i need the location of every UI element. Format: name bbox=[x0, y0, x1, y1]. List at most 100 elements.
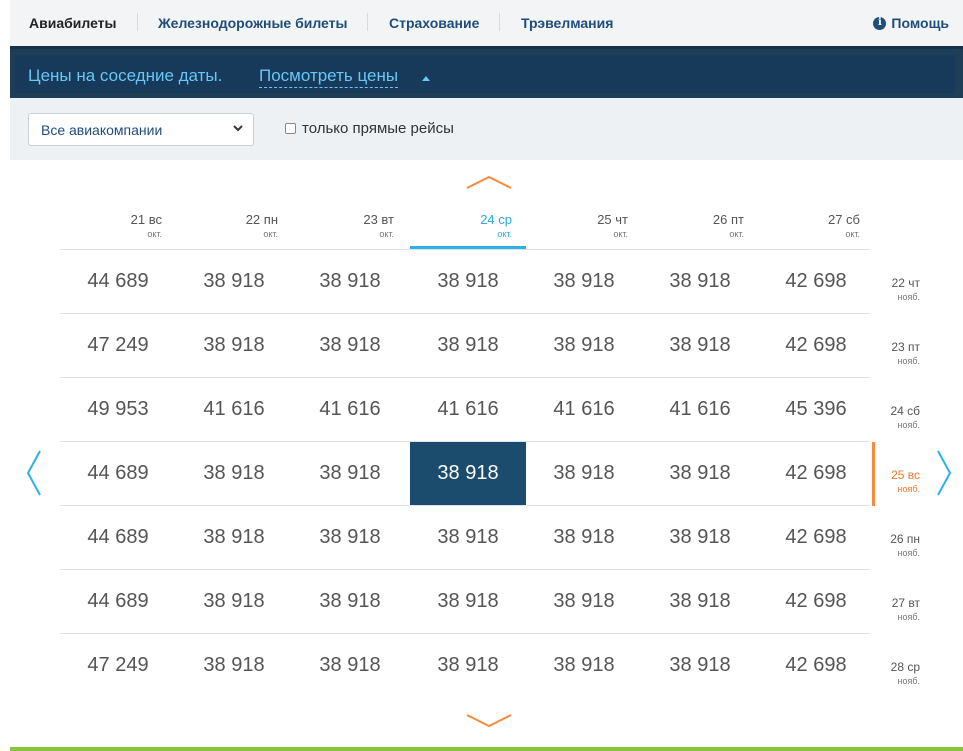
price-cell[interactable]: 38 918 bbox=[176, 506, 292, 569]
departure-date-header[interactable]: 25 чт окт. bbox=[526, 212, 642, 249]
price-cell[interactable]: 38 918 bbox=[410, 634, 526, 697]
airline-select[interactable]: Все авиакомпании bbox=[28, 113, 254, 146]
price-cell[interactable]: 42 698 bbox=[758, 506, 874, 569]
return-day: 23 пт bbox=[891, 340, 920, 354]
price-cell[interactable]: 47 249 bbox=[60, 314, 176, 377]
view-prices-link[interactable]: Посмотреть цены bbox=[259, 66, 399, 88]
price-cell[interactable]: 38 918 bbox=[642, 314, 758, 377]
price-cell[interactable]: 41 616 bbox=[410, 378, 526, 441]
price-cell[interactable]: 38 918 bbox=[176, 442, 292, 505]
return-month: нояб. bbox=[897, 292, 920, 302]
return-date-header[interactable]: 26 пн нояб. bbox=[872, 506, 926, 570]
price-cell[interactable]: 44 689 bbox=[60, 570, 176, 633]
price-cell[interactable]: 42 698 bbox=[758, 570, 874, 633]
departure-day: 21 вс bbox=[130, 212, 162, 227]
chevron-up-icon[interactable] bbox=[465, 175, 513, 194]
caret-up-icon[interactable] bbox=[422, 76, 430, 81]
price-cell[interactable]: 44 689 bbox=[60, 506, 176, 569]
chevron-left-icon[interactable] bbox=[26, 449, 42, 502]
price-cell[interactable]: 41 616 bbox=[292, 378, 408, 441]
price-cell[interactable]: 38 918 bbox=[292, 506, 408, 569]
price-cell[interactable]: 38 918 bbox=[642, 250, 758, 313]
return-day: 28 ср bbox=[890, 660, 920, 674]
price-cell[interactable]: 41 616 bbox=[642, 378, 758, 441]
return-month: нояб. bbox=[897, 548, 920, 558]
chevron-right-icon[interactable] bbox=[936, 449, 952, 502]
return-month: нояб. bbox=[897, 484, 920, 494]
price-cell[interactable]: 42 698 bbox=[758, 634, 874, 697]
price-cell[interactable]: 38 918 bbox=[526, 506, 642, 569]
departure-date-header[interactable]: 23 вт окт. bbox=[292, 212, 408, 249]
price-cell[interactable]: 38 918 bbox=[642, 570, 758, 633]
top-navigation: Авиабилеты Железнодорожные билеты Страхо… bbox=[10, 0, 963, 46]
departure-date-header-active[interactable]: 24 ср окт. bbox=[410, 212, 526, 249]
departure-day: 24 ср bbox=[480, 212, 512, 227]
info-icon: i bbox=[873, 16, 887, 30]
price-cell[interactable]: 38 918 bbox=[410, 314, 526, 377]
price-cell[interactable]: 42 698 bbox=[758, 250, 874, 313]
price-cell[interactable]: 38 918 bbox=[292, 442, 408, 505]
price-cell[interactable]: 41 616 bbox=[176, 378, 292, 441]
price-cell[interactable]: 38 918 bbox=[176, 250, 292, 313]
price-cell[interactable]: 38 918 bbox=[176, 570, 292, 633]
price-cell[interactable]: 45 396 bbox=[758, 378, 874, 441]
return-date-header[interactable]: 27 вт нояб. bbox=[872, 570, 926, 634]
price-cell[interactable]: 38 918 bbox=[642, 506, 758, 569]
price-cell[interactable]: 38 918 bbox=[176, 314, 292, 377]
price-cell[interactable]: 38 918 bbox=[526, 314, 642, 377]
return-month: нояб. bbox=[897, 420, 920, 430]
nav-item-rail[interactable]: Железнодорожные билеты bbox=[158, 15, 347, 31]
departure-date-header[interactable]: 27 сб окт. bbox=[758, 212, 874, 249]
departure-day: 27 сб bbox=[827, 212, 860, 227]
return-date-header-active[interactable]: 25 вс нояб. bbox=[872, 442, 926, 506]
price-cell[interactable]: 38 918 bbox=[642, 634, 758, 697]
departure-month: окт. bbox=[613, 229, 628, 239]
departure-month: окт. bbox=[497, 229, 512, 239]
departure-day: 25 чт bbox=[597, 212, 628, 227]
price-cell[interactable]: 44 689 bbox=[60, 250, 176, 313]
return-date-header[interactable]: 22 чт нояб. bbox=[872, 250, 926, 314]
nav-item-travelmania[interactable]: Трэвелмания bbox=[521, 15, 613, 31]
price-cell-selected[interactable]: 38 918 bbox=[410, 442, 526, 505]
return-date-header[interactable]: 28 ср нояб. bbox=[872, 634, 926, 698]
departure-month: окт. bbox=[729, 229, 744, 239]
help-link[interactable]: i Помощь bbox=[873, 15, 949, 31]
departure-month: окт. bbox=[845, 229, 860, 239]
price-cell[interactable]: 38 918 bbox=[526, 570, 642, 633]
return-date-header[interactable]: 23 пт нояб. bbox=[872, 314, 926, 378]
price-cell[interactable]: 38 918 bbox=[642, 442, 758, 505]
price-cell[interactable]: 38 918 bbox=[292, 250, 408, 313]
price-cell[interactable]: 38 918 bbox=[526, 250, 642, 313]
price-cell[interactable]: 38 918 bbox=[292, 314, 408, 377]
price-cell[interactable]: 47 249 bbox=[60, 634, 176, 697]
price-cell[interactable]: 38 918 bbox=[526, 442, 642, 505]
nearby-dates-banner: Цены на соседние даты. Посмотреть цены bbox=[10, 46, 963, 98]
price-cell[interactable]: 41 616 bbox=[526, 378, 642, 441]
nav-divider bbox=[137, 13, 138, 31]
price-cell[interactable]: 38 918 bbox=[526, 634, 642, 697]
direct-flights-label[interactable]: только прямые рейсы bbox=[302, 120, 454, 137]
chevron-down-icon[interactable] bbox=[465, 714, 513, 733]
price-cell[interactable]: 42 698 bbox=[758, 442, 874, 505]
direct-flights-checkbox[interactable] bbox=[285, 123, 296, 134]
price-cell[interactable]: 38 918 bbox=[410, 506, 526, 569]
return-day: 22 чт bbox=[891, 276, 920, 290]
nav-item-insurance[interactable]: Страхование bbox=[389, 15, 479, 31]
departure-date-header[interactable]: 26 пт окт. bbox=[642, 212, 758, 249]
banner-panel: Цены на соседние даты. Посмотреть цены bbox=[15, 55, 955, 93]
price-cell[interactable]: 38 918 bbox=[176, 634, 292, 697]
price-cell[interactable]: 38 918 bbox=[292, 634, 408, 697]
nav-item-avia[interactable]: Авиабилеты bbox=[29, 15, 117, 31]
price-cell[interactable]: 49 953 bbox=[60, 378, 176, 441]
price-cell[interactable]: 38 918 bbox=[410, 250, 526, 313]
price-cell[interactable]: 42 698 bbox=[758, 314, 874, 377]
price-cell[interactable]: 38 918 bbox=[410, 570, 526, 633]
return-month: нояб. bbox=[897, 612, 920, 622]
return-date-header[interactable]: 24 сб нояб. bbox=[872, 378, 926, 442]
departure-date-header[interactable]: 21 вс окт. bbox=[60, 212, 176, 249]
price-cell[interactable]: 38 918 bbox=[292, 570, 408, 633]
departure-day: 22 пн bbox=[245, 212, 278, 227]
departure-month: окт. bbox=[379, 229, 394, 239]
departure-date-header[interactable]: 22 пн окт. bbox=[176, 212, 292, 249]
price-cell[interactable]: 44 689 bbox=[60, 442, 176, 505]
